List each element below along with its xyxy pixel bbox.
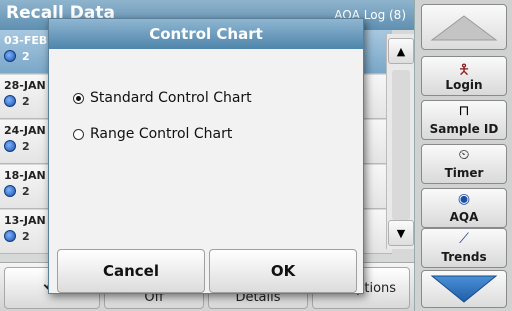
row-date: 28-JAN xyxy=(4,79,46,92)
timer-icon: ⏲ xyxy=(458,147,470,163)
radio-unselected-icon[interactable] xyxy=(73,128,84,140)
scroll-up-button[interactable]: ▲ xyxy=(388,38,414,64)
sample-vial-icon: ⊓ xyxy=(458,103,470,119)
timer-button[interactable]: ⏲ Timer xyxy=(421,144,507,184)
ok-button[interactable]: OK xyxy=(209,249,357,293)
login-button[interactable]: 🯅 Login xyxy=(421,56,507,96)
cancel-label: Cancel xyxy=(102,262,159,280)
globe-icon xyxy=(4,230,16,242)
range-control-chart-option[interactable]: Range Control Chart xyxy=(73,123,232,145)
trend-chart-icon: ⟋ xyxy=(459,231,469,247)
ok-label: OK xyxy=(270,262,296,280)
standard-control-chart-option[interactable]: Standard Control Chart xyxy=(73,87,252,109)
up-triangle-icon xyxy=(430,15,498,41)
scroll-thumb[interactable] xyxy=(392,70,410,220)
cancel-button[interactable]: Cancel xyxy=(57,249,205,293)
aqa-label: AQA xyxy=(449,210,479,224)
globe-icon xyxy=(4,185,16,197)
timer-label: Timer xyxy=(444,166,484,180)
option-label: Standard Control Chart xyxy=(90,90,252,106)
scroll-down-button[interactable]: ▼ xyxy=(388,220,414,246)
row-date: 03-FEB xyxy=(4,34,48,47)
radio-selected-icon[interactable] xyxy=(73,92,84,104)
login-label: Login xyxy=(445,78,483,92)
sample-id-button[interactable]: ⊓ Sample ID xyxy=(421,100,507,140)
globe-icon: ◉ xyxy=(457,191,471,207)
scrollbar[interactable]: ▲ ▼ xyxy=(386,34,414,249)
row-value: 2 xyxy=(22,230,30,243)
dialog-title: Control Chart xyxy=(49,19,363,49)
globe-icon xyxy=(4,50,16,62)
right-panel: 🯅 Login ⊓ Sample ID ⏲ Timer ◉ AQA ⟋ Tren… xyxy=(414,0,512,311)
row-date: 13-JAN xyxy=(4,214,46,227)
row-value: 2 xyxy=(22,50,30,63)
row-value: 2 xyxy=(22,185,30,198)
row-value: 2 xyxy=(22,95,30,108)
row-value: 2 xyxy=(22,140,30,153)
down-triangle-icon xyxy=(430,275,498,303)
row-date: 18-JAN xyxy=(4,169,46,182)
row-date: 24-JAN xyxy=(4,124,46,137)
trends-label: Trends xyxy=(441,250,487,264)
sample-id-label: Sample ID xyxy=(429,122,499,136)
option-label: Range Control Chart xyxy=(90,126,233,142)
scroll-page-up-button[interactable] xyxy=(421,4,507,50)
control-chart-dialog: Control Chart Standard Control Chart Ran… xyxy=(48,18,364,294)
globe-icon xyxy=(4,140,16,152)
aqa-button[interactable]: ◉ AQA xyxy=(421,188,507,228)
scroll-page-down-button[interactable] xyxy=(421,270,507,308)
trends-button[interactable]: ⟋ Trends xyxy=(421,228,507,268)
globe-icon xyxy=(4,95,16,107)
